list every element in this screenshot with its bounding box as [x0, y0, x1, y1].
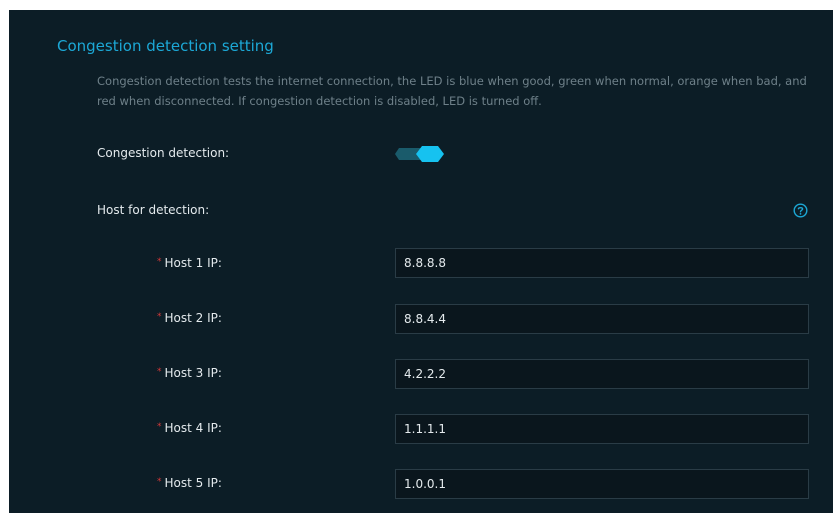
host-1-label: * Host 1 IP: — [157, 256, 222, 270]
host-1-ip-input[interactable] — [395, 248, 809, 278]
host-3-ip-input[interactable] — [395, 359, 809, 389]
congestion-detection-toggle[interactable] — [394, 145, 446, 163]
required-mark: * — [157, 477, 162, 487]
host-5-ip-input[interactable] — [395, 469, 809, 499]
congestion-detection-label: Congestion detection: — [97, 146, 230, 160]
host-4-label: * Host 4 IP: — [157, 421, 222, 435]
required-mark: * — [157, 312, 162, 322]
host-5-label: * Host 5 IP: — [157, 476, 222, 490]
host-4-ip-input[interactable] — [395, 414, 809, 444]
section-description: Congestion detection tests the internet … — [97, 74, 807, 108]
host-3-label: * Host 3 IP: — [157, 366, 222, 380]
host-2-ip-input[interactable] — [395, 304, 809, 334]
host-2-label: * Host 2 IP: — [157, 311, 222, 325]
settings-panel: Congestion detection setting Congestion … — [9, 10, 833, 513]
required-mark: * — [157, 257, 162, 267]
required-mark: * — [157, 367, 162, 377]
section-title: Congestion detection setting — [57, 37, 274, 55]
toggle-switch-icon — [395, 146, 444, 162]
required-mark: * — [157, 422, 162, 432]
help-icon[interactable] — [793, 203, 808, 218]
host-detection-label: Host for detection: — [97, 203, 210, 217]
